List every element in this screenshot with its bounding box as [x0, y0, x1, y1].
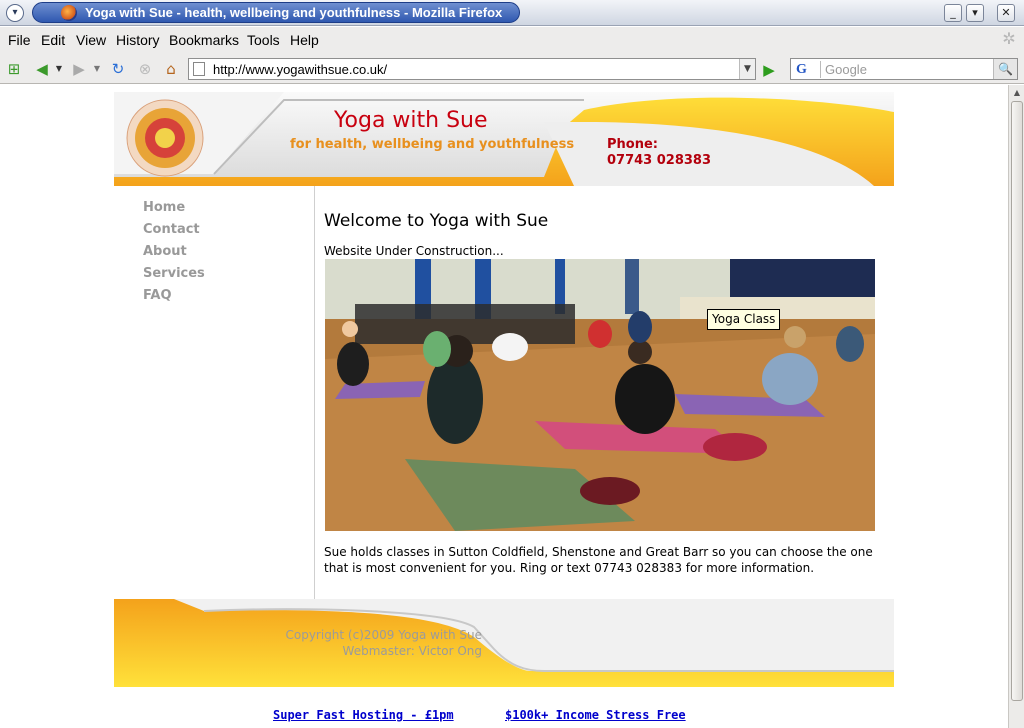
menu-bookmarks[interactable]: Bookmarks — [169, 32, 239, 48]
back-history-dropdown[interactable]: ▼ — [54, 59, 64, 79]
back-button[interactable]: ◀ — [31, 59, 53, 79]
vertical-scrollbar[interactable]: ▲ — [1008, 85, 1024, 728]
close-button[interactable]: ✕ — [997, 4, 1015, 22]
address-bar[interactable]: http://www.yogawithsue.co.uk/ ▼ — [188, 58, 756, 80]
nav-contact[interactable]: Contact — [143, 222, 205, 244]
search-placeholder[interactable]: Google — [825, 62, 867, 77]
site-nav: Home Contact About Services FAQ — [143, 200, 205, 310]
phone-number: 07743 028383 — [607, 153, 712, 168]
menu-history[interactable]: History — [116, 32, 160, 48]
menu-bar: File Edit View History Bookmarks Tools H… — [0, 27, 1024, 54]
scrollbar-thumb[interactable] — [1011, 101, 1023, 701]
yoga-class-photo — [325, 259, 875, 531]
window-titlebar: ▾ Yoga with Sue - health, wellbeing and … — [0, 0, 1024, 26]
nav-about[interactable]: About — [143, 244, 205, 266]
reload-icon[interactable]: ↻ — [108, 59, 128, 79]
page-viewport: Yoga with Sue for health, wellbeing and … — [0, 85, 1008, 728]
ad-link-hosting[interactable]: Super Fast Hosting - £1pm — [273, 708, 454, 722]
minimize-button[interactable]: _ — [944, 4, 962, 22]
footer-webmaster: Webmaster: Victor Ong — [342, 644, 482, 658]
image-tooltip: Yoga Class — [707, 309, 781, 330]
navigation-toolbar: ⊞ ◀ ▼ ▶ ▼ ↻ ⊗ ⌂ http://www.yogawithsue.c… — [0, 54, 1024, 84]
site-title: Yoga with Sue — [334, 108, 488, 133]
phone-label: Phone: — [607, 137, 658, 152]
footer-copyright: Copyright (c)2009 Yoga with Sue — [285, 628, 482, 642]
firefox-icon — [61, 5, 77, 21]
page-icon — [193, 62, 205, 76]
search-icon[interactable]: 🔍 — [993, 59, 1017, 79]
yoga-class-image — [325, 259, 875, 531]
site-subtitle: for health, wellbeing and youthfulness — [290, 137, 575, 152]
forward-history-dropdown[interactable]: ▼ — [92, 59, 102, 79]
search-bar[interactable]: G Google 🔍 — [790, 58, 1018, 80]
stop-icon[interactable]: ⊗ — [135, 59, 155, 79]
nav-faq[interactable]: FAQ — [143, 288, 205, 310]
menu-file[interactable]: File — [8, 32, 31, 48]
content-paragraph: Sue holds classes in Sutton Coldfield, S… — [324, 545, 873, 575]
nav-home[interactable]: Home — [143, 200, 205, 222]
home-icon[interactable]: ⌂ — [161, 59, 181, 79]
menu-edit[interactable]: Edit — [41, 32, 65, 48]
address-dropdown-icon[interactable]: ▼ — [739, 59, 755, 79]
nav-divider — [314, 186, 315, 599]
go-button[interactable]: ▶ — [760, 61, 778, 79]
window-title-pill: Yoga with Sue - health, wellbeing and yo… — [32, 2, 520, 23]
menu-view[interactable]: View — [76, 32, 106, 48]
ad-link-income[interactable]: $100k+ Income Stress Free — [505, 708, 686, 722]
address-url[interactable]: http://www.yogawithsue.co.uk/ — [213, 62, 387, 77]
site-header: Yoga with Sue for health, wellbeing and … — [114, 92, 894, 186]
throbber-icon: ✲ — [1002, 31, 1016, 48]
construction-notice: Website Under Construction... — [324, 244, 504, 258]
site-footer: Copyright (c)2009 Yoga with Sue Webmaste… — [114, 599, 894, 687]
content-heading: Welcome to Yoga with Sue — [324, 211, 549, 231]
window-menu-icon[interactable]: ▾ — [6, 4, 24, 22]
new-tab-icon[interactable]: ⊞ — [5, 59, 23, 79]
menu-tools[interactable]: Tools — [247, 32, 280, 48]
window-title: Yoga with Sue - health, wellbeing and yo… — [85, 5, 503, 20]
scroll-up-icon[interactable]: ▲ — [1011, 87, 1023, 99]
footer-graphic — [114, 599, 894, 687]
forward-button[interactable]: ▶ — [68, 59, 90, 79]
nav-services[interactable]: Services — [143, 266, 205, 288]
search-engine-icon[interactable]: G — [793, 61, 821, 78]
maximize-button[interactable]: ▾ — [966, 4, 984, 22]
menu-help[interactable]: Help — [290, 32, 319, 48]
